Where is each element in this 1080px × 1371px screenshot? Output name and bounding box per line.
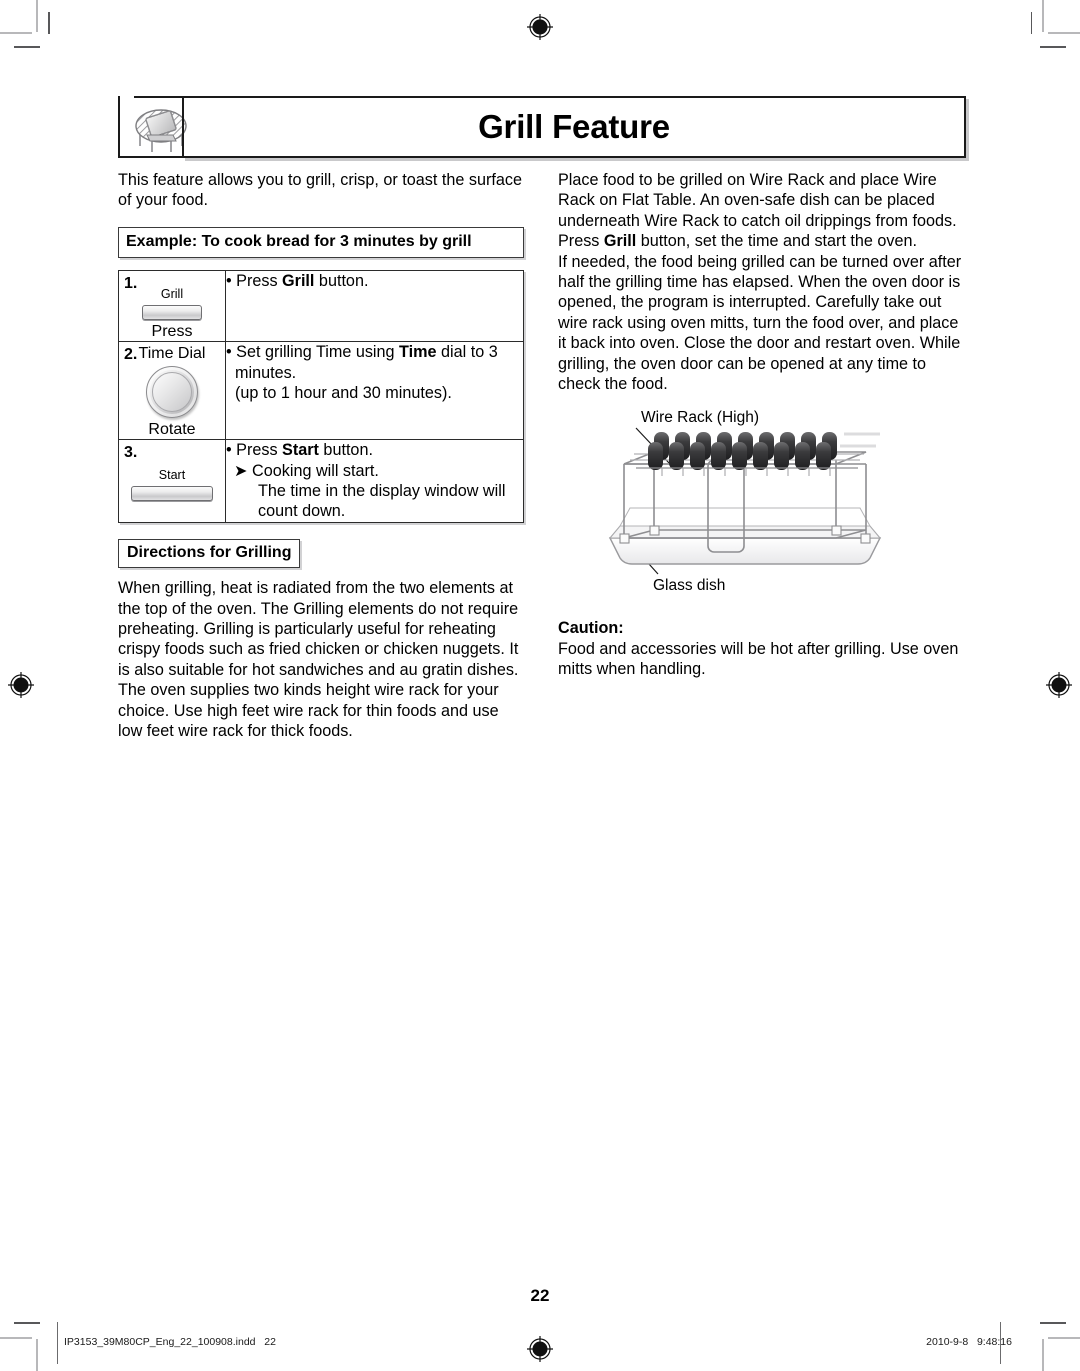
trim-mark-bottom-right-horizontal (1040, 1322, 1066, 1324)
directions-heading: Directions for Grilling (118, 538, 301, 569)
directions-paragraph: When grilling, heat is radiated from the… (118, 579, 519, 741)
caution-block: Caution: Food and accessories will be ho… (558, 618, 970, 679)
page-header: Grill Feature (118, 96, 966, 158)
caution-text: Food and accessories will be hot after g… (558, 639, 959, 679)
trim-mark-top-right-vertical (1030, 12, 1032, 34)
right-paragraph-2: If needed, the food being grilled can be… (558, 252, 962, 394)
right-column: Place food to be grilled on Wire Rack an… (558, 170, 970, 680)
caution-title: Caution: (558, 619, 624, 638)
step-1-text-cell: • Press Grill button. (225, 270, 524, 343)
registration-mark-left-center (8, 672, 34, 698)
crop-mark-top-right-vertical (1042, 0, 1044, 32)
step-3-bold: Start (282, 441, 319, 460)
crop-mark-bottom-left-vertical (36, 1339, 38, 1371)
step-3-control-cell: 3. Start (118, 439, 226, 523)
crop-mark-bottom-left-horizontal (0, 1337, 32, 1339)
step-3-line-3: The time in the display window will coun… (258, 482, 506, 521)
start-button-label: Start (158, 468, 186, 483)
right-para1-bold: Grill (603, 232, 637, 251)
step-2-line-1: • Set grilling Time using Time dial to 3… (226, 342, 523, 383)
step-3-text-cell: • Press Start button. ➤ Cooking will sta… (225, 439, 524, 523)
intro-paragraph: This feature allows you to grill, crisp,… (118, 171, 522, 210)
step-1-number: 1. (124, 275, 138, 293)
trim-mark-top-left-horizontal (14, 46, 40, 48)
table-row: 2. Time Dial Rotate • Set grilling Time … (118, 341, 524, 441)
footer-rule-left (57, 1322, 58, 1364)
diagram-label-glass-dish: Glass dish (653, 577, 726, 595)
trim-mark-top-right-horizontal (1040, 46, 1066, 48)
right-paragraph-1: Place food to be grilled on Wire Rack an… (558, 170, 970, 252)
step-1-suffix: button. (314, 272, 369, 291)
step-3-line-2: ➤ Cooking will start. (234, 461, 379, 480)
crop-mark-top-left-vertical (36, 0, 38, 32)
time-dial[interactable] (146, 366, 198, 419)
step-1-bold: Grill (282, 272, 315, 291)
page-title: Grill Feature (478, 108, 670, 145)
table-row: 3. Start • Press Start button. ➤ Cooking… (118, 439, 524, 523)
table-row: 1. Grill Press • Press Grill button. (118, 270, 524, 343)
left-column: This feature allows you to grill, crisp,… (118, 170, 524, 742)
step-2-number: 2. (124, 346, 138, 364)
step-1-action-label: Press (151, 323, 193, 341)
step-1-control-cell: 1. Grill Press (118, 270, 226, 343)
right-para1-part-b: button, set the time and start the oven. (636, 232, 918, 251)
footer-file-reference: IP3153_39M80CP_Eng_22_100908.indd 22 (64, 1336, 276, 1348)
example-heading: Example: To cook bread for 3 minutes by … (118, 226, 524, 259)
step-3-suffix: button. (318, 441, 373, 460)
step-1-prefix: • Press (226, 272, 283, 291)
crop-mark-top-left-horizontal (0, 32, 32, 34)
step-2-action-label: Rotate (148, 421, 196, 439)
crop-mark-bottom-right-horizontal (1048, 1337, 1080, 1339)
diagram-label-wire-rack: Wire Rack (High) (641, 409, 759, 427)
trim-mark-bottom-left-horizontal (14, 1322, 40, 1324)
page-number: 22 (530, 1286, 550, 1305)
step-3-line-1: • Press Start button. (226, 440, 523, 460)
start-button[interactable] (131, 486, 213, 502)
step-2-control-cell: 2. Time Dial Rotate (118, 341, 226, 441)
grill-button[interactable] (142, 305, 202, 321)
steps-table: 1. Grill Press • Press Grill button. 2. … (118, 270, 524, 523)
step-2-bold: Time (399, 343, 437, 362)
step-2-text-cell: • Set grilling Time using Time dial to 3… (225, 341, 524, 441)
registration-mark-top-center (527, 14, 553, 40)
step-3-number: 3. (124, 444, 138, 462)
footer-timestamp: 2010-9-8 9:48:16 (926, 1336, 1012, 1348)
step-2-prefix: • Set grilling Time using (226, 343, 400, 362)
registration-mark-bottom-center (527, 1336, 553, 1362)
trim-mark-top-left-vertical (48, 12, 50, 34)
step-3-prefix: • Press (226, 441, 283, 460)
crop-mark-bottom-right-vertical (1042, 1339, 1044, 1371)
step-2-line-2: (up to 1 hour and 30 minutes). (235, 384, 452, 403)
step-1-line-1: • Press Grill button. (226, 271, 523, 291)
wire-rack-on-glass-dish-diagram: Wire Rack (High) Glass dish (558, 408, 970, 598)
registration-mark-right-center (1046, 672, 1072, 698)
crop-mark-top-right-horizontal (1048, 32, 1080, 34)
